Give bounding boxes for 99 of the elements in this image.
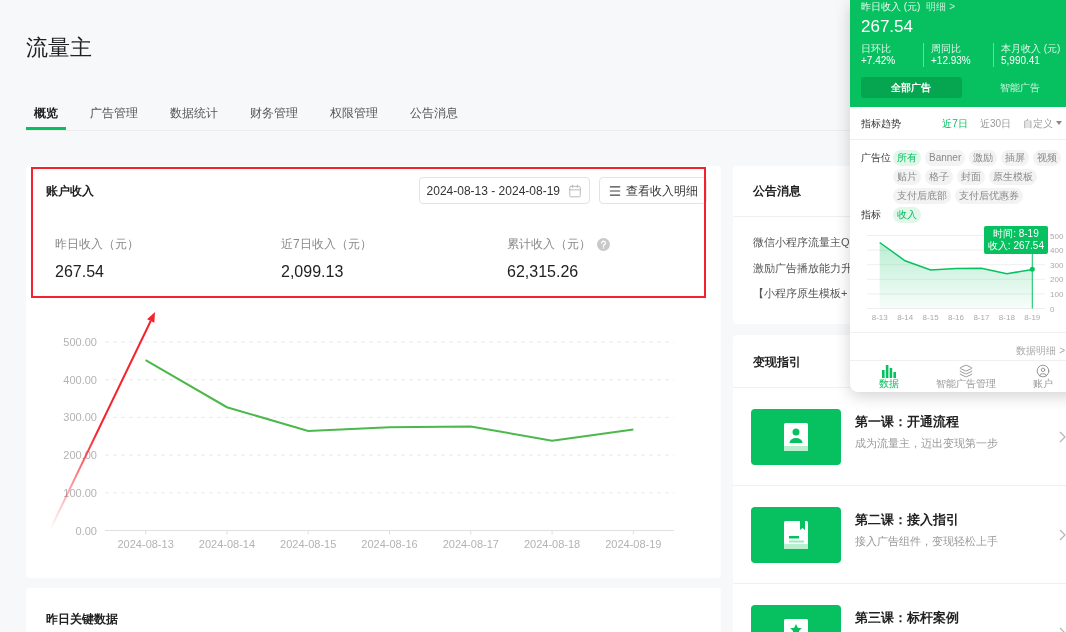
axis-label: 8-17: [973, 313, 990, 322]
tooltip-time: 时间: 8-19: [993, 228, 1039, 240]
date-range-picker[interactable]: 2024-08-13 - 2024-08-19: [418, 177, 590, 204]
filter-chip[interactable]: 格子: [925, 169, 953, 185]
axis-label: 2024-08-15: [280, 538, 337, 550]
axis-label: 500.00: [63, 336, 97, 348]
data-point: [1029, 266, 1035, 272]
axis-label: 2024-08-17: [442, 538, 499, 550]
filter-chip[interactable]: 收入: [893, 207, 921, 223]
axis-label: 0.00: [75, 524, 97, 537]
axis-label: 300.00: [63, 411, 97, 424]
axis-label: 8-18: [998, 313, 1015, 322]
filter-chip[interactable]: 支付后底部: [893, 188, 951, 204]
lesson-title: 第二课：接入指引: [855, 511, 959, 529]
filter-label: 指标: [861, 208, 882, 222]
axis-label: 8-19: [1024, 313, 1041, 322]
profile-card-icon: [751, 409, 841, 465]
lesson-subtitle: 成为流量主，迈出变现第一步: [855, 436, 998, 451]
filter-chip[interactable]: 所有: [893, 150, 921, 166]
stat-value: 5,990.41: [1001, 55, 1040, 67]
axis-label: 2024-08-13: [117, 538, 174, 550]
stat-value: 62,315.26: [507, 262, 579, 282]
axis-label: 100: [1050, 289, 1064, 299]
detail-link[interactable]: 明细 >: [926, 1, 956, 13]
ad-type-tab[interactable]: 智能广告: [969, 77, 1066, 98]
axis-label: 2024-08-16: [361, 538, 418, 550]
ad-type-tab[interactable]: 全部广告: [861, 77, 962, 98]
income-label: 昨日收入 (元): [861, 1, 921, 13]
filter-chip[interactable]: 支付后优惠券: [955, 188, 1023, 204]
stat-value: +12.93%: [931, 55, 971, 67]
axis-label: 200: [1050, 275, 1064, 285]
calendar-icon: [568, 183, 582, 198]
chevron-right-icon: [1059, 431, 1066, 443]
page-title: 流量主: [26, 34, 92, 62]
filter-chip[interactable]: 视频: [1033, 150, 1062, 166]
income-value: 267.54: [861, 17, 913, 37]
bar-chart-icon: [881, 363, 896, 378]
stat-label: 累计收入（元）: [507, 236, 591, 253]
axis-label: 400: [1050, 246, 1064, 256]
bottom-nav-item[interactable]: 账户: [1004, 361, 1066, 392]
stat-value: 267.54: [55, 262, 104, 282]
axis-label: 0: [1050, 304, 1055, 314]
nav-tab[interactable]: 概览: [26, 98, 66, 130]
section-title: 指标趋势: [861, 116, 901, 131]
list-icon: [608, 183, 622, 198]
announcement-link[interactable]: 微信小程序流量主Q: [753, 233, 850, 251]
axis-label: 8-13: [871, 313, 888, 322]
caret-down-icon: [1056, 121, 1062, 125]
filter-chip[interactable]: 插屏: [1001, 150, 1030, 166]
card-title: 变现指引: [753, 355, 801, 369]
stat-label: 昨日收入（元）: [55, 236, 139, 253]
nav-tab[interactable]: 公告消息: [402, 98, 466, 130]
stat-value: +7.42%: [861, 55, 896, 67]
stat-label: 近7日收入（元）: [281, 236, 372, 253]
filter-label: 广告位: [861, 151, 892, 165]
filter-chip[interactable]: 激励: [969, 150, 998, 166]
axis-label: 2024-08-18: [523, 538, 581, 550]
bottom-nav-item[interactable]: 智能广告管理: [927, 361, 1004, 392]
income-detail-button[interactable]: 查看收入明细: [599, 177, 707, 204]
range-dropdown[interactable]: 自定义: [1023, 115, 1062, 131]
stat-label: 本月收入 (元): [1001, 43, 1061, 55]
lesson-subtitle: 接入广告组件，变现轻松上手: [855, 534, 998, 549]
range-option[interactable]: 近7日: [942, 115, 968, 131]
announcement-link[interactable]: 【小程序原生模板+: [753, 284, 848, 302]
axis-label: 500: [1050, 231, 1064, 241]
nav-tab[interactable]: 权限管理: [322, 98, 386, 130]
chevron-right-icon: [1059, 529, 1066, 541]
filter-chip[interactable]: Banner: [925, 150, 966, 166]
card-title: 账户收入: [46, 182, 94, 200]
card-title: 公告消息: [753, 184, 801, 198]
axis-label: 300: [1050, 260, 1064, 270]
axis-label: 2024-08-19: [605, 538, 662, 550]
note-card-icon: [751, 507, 841, 563]
announcement-link[interactable]: 激励广告播放能力升: [753, 258, 852, 277]
axis-label: 8-15: [922, 313, 939, 322]
nav-tab[interactable]: 财务管理: [242, 98, 306, 130]
axis-label: 8-16: [948, 313, 964, 322]
filter-chip[interactable]: 封面: [957, 169, 985, 185]
user-icon: [1035, 363, 1050, 378]
nav-tab[interactable]: 广告管理: [82, 98, 146, 130]
range-option[interactable]: 近30日: [979, 115, 1011, 131]
filter-chip[interactable]: 贴片: [893, 169, 921, 185]
data-detail-link[interactable]: 数据明细 >: [1016, 345, 1065, 357]
lesson-title: 第一课：开通流程: [855, 413, 959, 431]
nav-tab[interactable]: 数据统计: [162, 98, 226, 130]
filter-chip[interactable]: 原生模板: [989, 169, 1037, 185]
lesson-item[interactable]: 第二课：接入指引 接入广告组件，变现轻松上手: [733, 486, 1066, 584]
stat-value: 2,099.13: [281, 262, 344, 282]
lesson-item[interactable]: 第三课：标杆案例: [733, 584, 1066, 632]
layers-icon: [958, 363, 973, 378]
axis-label: 2024-08-14: [198, 538, 256, 550]
card-title: 昨日关键数据: [46, 612, 118, 626]
axis-label: 8-14: [897, 313, 914, 322]
lesson-title: 第三课：标杆案例: [855, 609, 959, 627]
stat-label: 日环比: [861, 43, 891, 55]
stat-label: 周同比: [931, 43, 961, 55]
axis-label: 400.00: [63, 373, 97, 386]
tooltip-value: 收入: 267.54: [987, 240, 1044, 252]
bottom-nav-item[interactable]: 数据: [850, 361, 927, 392]
